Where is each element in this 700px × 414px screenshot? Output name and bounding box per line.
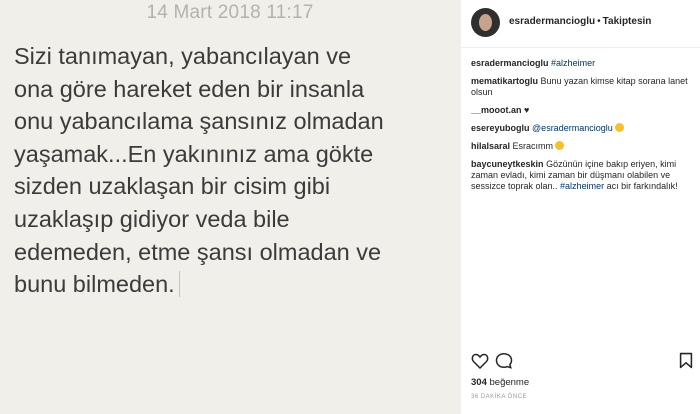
likes-count[interactable]: 304 beğenme (471, 377, 529, 388)
note-line: Sizi tanımayan, yabancılayan ve (14, 43, 352, 69)
note-line-last: bunu bilmeden. (14, 268, 454, 301)
comment: baycuneytkeskin Gözünün içine bakıp eriy… (471, 159, 693, 192)
note-line: yaşamak...En yakınınız ama gökte (14, 140, 374, 167)
comment-text: Esracımm (512, 141, 554, 151)
post-side-panel: esradermancioglu • Takiptesin esradermanci… (460, 0, 700, 414)
hashtag-link[interactable]: #alzheimer (560, 181, 604, 191)
note-line-text: bunu bilmeden. (14, 271, 175, 298)
comment: __mooot.an ♥ (471, 105, 693, 116)
smile-emoji-icon (614, 123, 624, 132)
comment-username[interactable]: esradermancioglu (471, 58, 549, 68)
comment-username[interactable]: baycuneytkeskin (471, 159, 544, 169)
comment-icon[interactable] (495, 352, 513, 369)
note-line: edemeden, etme şansı olmadan ve (14, 238, 382, 265)
header-separator: • (597, 16, 601, 27)
avatar-face (479, 14, 492, 31)
note-date: 14 Mart 2018 11:17 (146, 2, 314, 23)
comment: mematikartoglu Bunu yazan kimse kitap so… (471, 76, 693, 98)
note-text: Sizi tanımayan, yabancılayan ve ona göre… (14, 40, 454, 301)
comments-list: esradermancioglu #alzheimer mematikartog… (471, 58, 693, 199)
comment: esereyuboglu @esradermancioglu (471, 123, 693, 134)
emoji-icon (555, 141, 565, 150)
bookmark-icon[interactable] (679, 352, 693, 369)
comment-text: ♥ (524, 105, 530, 115)
header-username[interactable]: esradermancioglu (509, 16, 595, 27)
post-image: 14 Mart 2018 11:17 Sizi tanımayan, yaban… (0, 0, 460, 414)
comment-username[interactable]: hilalsaral (471, 141, 510, 151)
action-bar (471, 352, 693, 372)
post-timestamp: 36 DAKİKA ÖNCE (471, 394, 528, 400)
note-line: sizden uzaklaşan bir cisim gibi (14, 173, 331, 200)
header-text: esradermancioglu • Takiptesin (509, 16, 651, 27)
mention-link[interactable]: @esradermancioglu (532, 123, 613, 133)
note-line: ona göre hareket eden bir insanla (14, 75, 365, 102)
heart-icon[interactable] (471, 352, 489, 369)
comment: hilalsaral Esracımm (471, 141, 693, 152)
hashtag-link[interactable]: #alzheimer (551, 58, 595, 68)
comment-username[interactable]: __mooot.an (471, 105, 522, 115)
likes-number: 304 (471, 377, 487, 388)
comment-username[interactable]: mematikartoglu (471, 76, 538, 86)
avatar[interactable] (471, 8, 500, 37)
text-cursor (178, 271, 180, 298)
comment-text: acı bir farkındalık! (604, 181, 678, 191)
post-header: esradermancioglu • Takiptesin (461, 0, 700, 48)
comment: esradermancioglu #alzheimer (471, 58, 693, 69)
note-line: onu yabancılama şansınız olmadan (14, 108, 384, 135)
note-line: uzaklaşıp gidiyor veda bile (14, 205, 290, 232)
likes-label: beğenme (489, 377, 530, 388)
comment-username[interactable]: esereyuboglu (471, 123, 530, 133)
follow-status[interactable]: Takiptesin (603, 16, 652, 27)
